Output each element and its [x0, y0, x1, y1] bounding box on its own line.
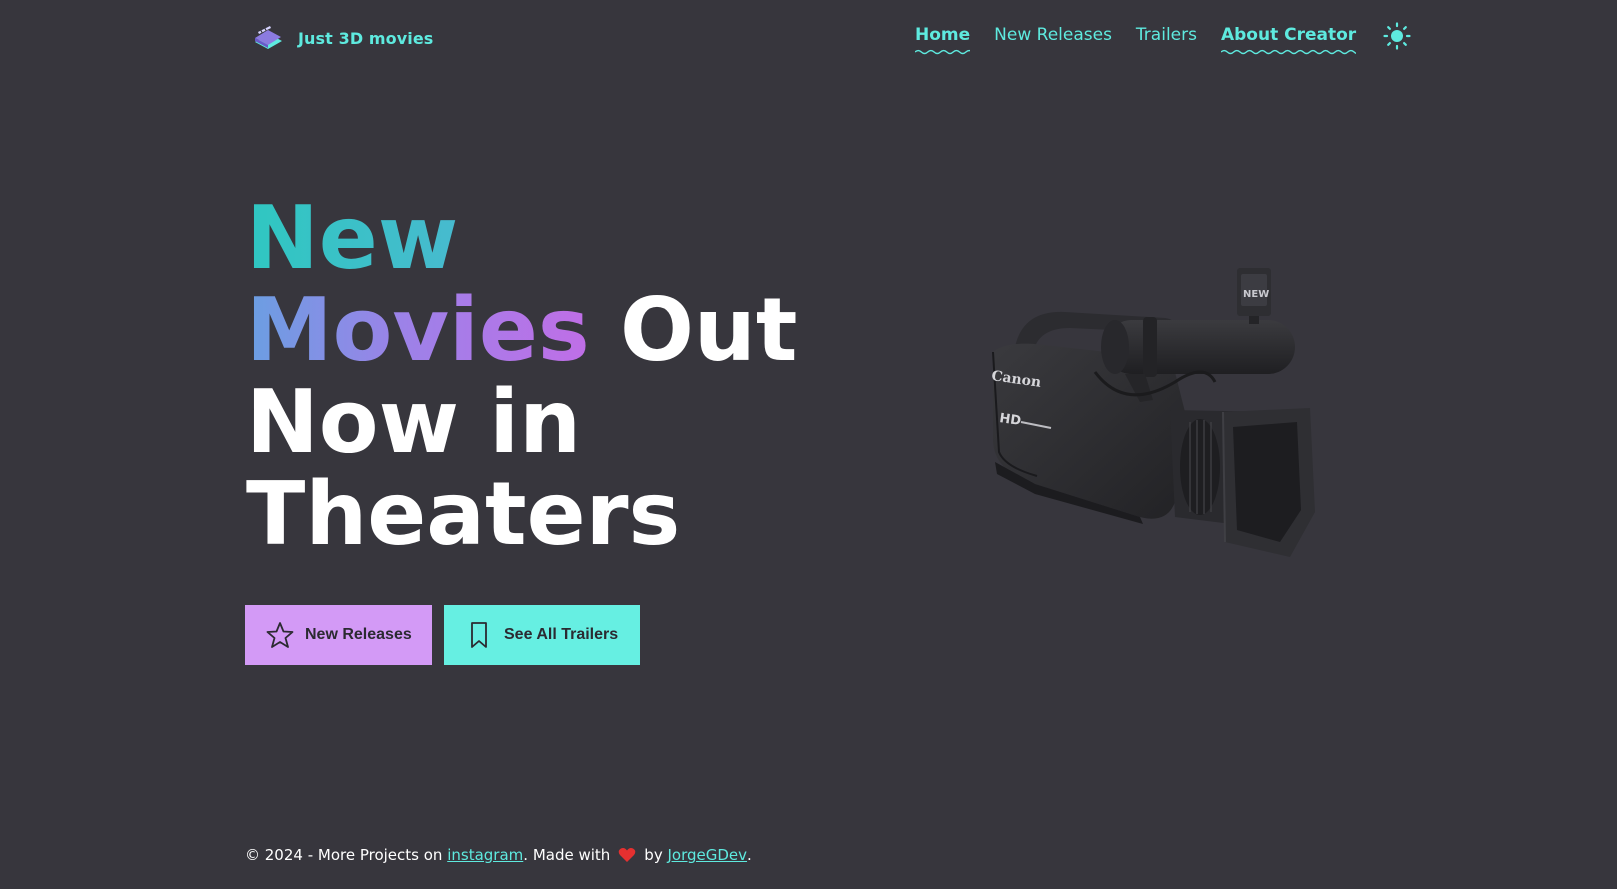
- see-all-trailers-button-label: See All Trailers: [504, 626, 619, 643]
- footer-prefix: © 2024 - More Projects on: [245, 846, 443, 864]
- new-releases-button-label: New Releases: [305, 626, 412, 643]
- brand-link[interactable]: Just 3D movies: [252, 22, 433, 54]
- svg-text:NEW: NEW: [1243, 289, 1269, 300]
- main-nav: Home New Releases Trailers About Creator: [915, 25, 1357, 55]
- nav-item-label: About Creator: [1220, 25, 1357, 45]
- nav-item-home[interactable]: Home: [915, 25, 971, 55]
- nav-item-label: Trailers: [1135, 25, 1197, 45]
- hero-title-highlight: Movies: [246, 279, 590, 381]
- hero-title-line-2-rest: Out: [619, 279, 798, 381]
- hero-title-line-2: Movies Out: [246, 284, 797, 376]
- site-footer: © 2024 - More Projects on instagram. Mad…: [245, 846, 752, 864]
- see-all-trailers-button[interactable]: See All Trailers: [444, 605, 640, 665]
- video-camera-illustration: NEW Canon HD: [990, 268, 1315, 557]
- bookmark-icon: [471, 622, 487, 648]
- footer-made-with: . Made with: [523, 846, 611, 864]
- new-releases-button[interactable]: New Releases: [245, 605, 432, 665]
- hero-title-line-3: Now in: [246, 371, 582, 473]
- nav-item-new-releases[interactable]: New Releases: [994, 25, 1112, 45]
- page: Just 3D movies Home New Releases Trailer…: [0, 0, 1617, 889]
- active-underline: [1220, 49, 1357, 55]
- hero-title-line-1: New: [246, 192, 797, 284]
- footer-suffix: .: [747, 846, 752, 864]
- nav-item-about-creator[interactable]: About Creator: [1220, 25, 1357, 55]
- heart-icon: [619, 848, 636, 862]
- sun-icon[interactable]: [1383, 22, 1411, 50]
- nav-item-label: New Releases: [994, 25, 1112, 45]
- star-icon: [266, 622, 294, 648]
- nav-item-label: Home: [915, 25, 971, 45]
- clapperboard-icon: [255, 26, 282, 49]
- nav-item-trailers[interactable]: Trailers: [1136, 25, 1197, 45]
- hero-title-line-4: Theaters: [246, 463, 681, 565]
- author-link[interactable]: JorgeGDev: [667, 846, 747, 864]
- brand-name: Just 3D movies: [298, 28, 434, 48]
- footer-by: by: [644, 846, 663, 864]
- camera-hd-badge: HD: [998, 411, 1022, 429]
- active-underline: [915, 49, 971, 55]
- site-header: Just 3D movies Home New Releases Trailer…: [0, 0, 1617, 76]
- hero-title: New Movies Out Now in Theaters: [246, 192, 797, 560]
- hero-actions: New Releases See All Trailers: [245, 605, 640, 665]
- instagram-link[interactable]: instagram: [447, 846, 523, 864]
